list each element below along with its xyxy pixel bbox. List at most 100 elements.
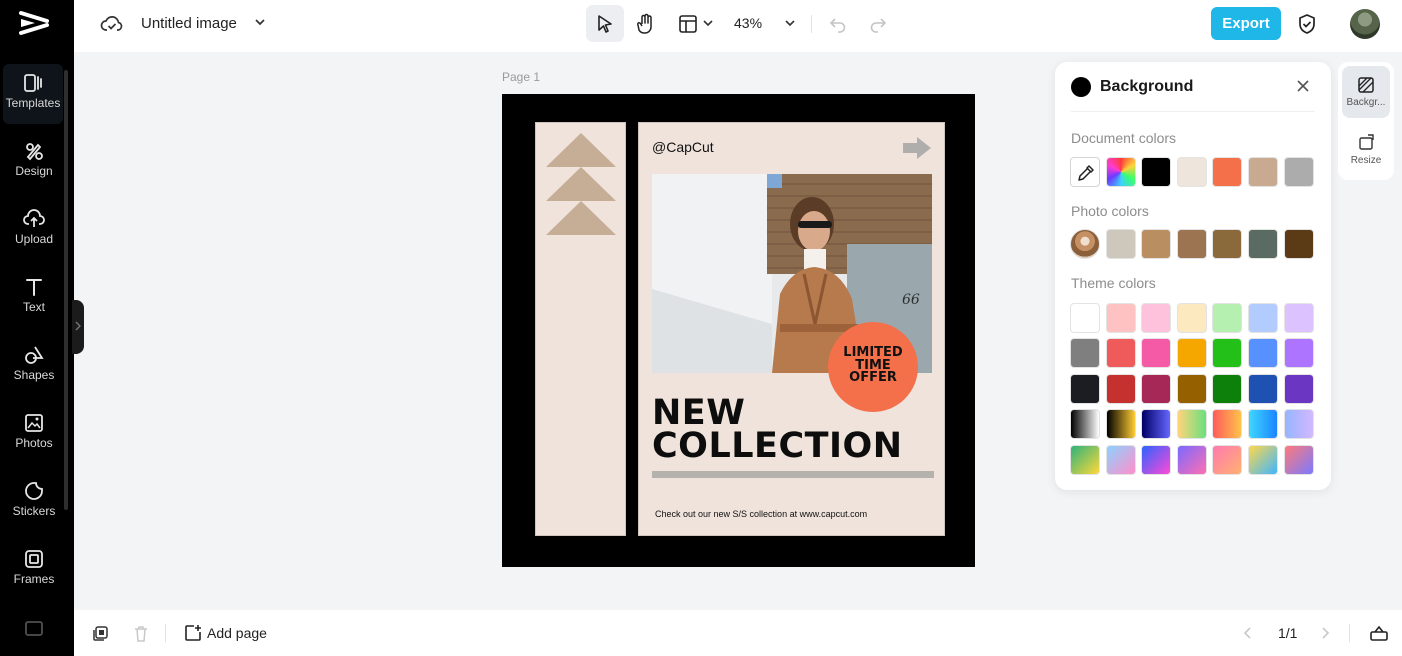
export-button[interactable]: Export (1211, 7, 1281, 40)
sidebar-item-photos[interactable]: Photos (0, 404, 68, 464)
sidebar-item-label: Stickers (12, 504, 56, 518)
eyedropper-button[interactable] (1070, 157, 1100, 187)
sidebar-scrollbar[interactable] (64, 70, 68, 510)
triangle-shape[interactable] (546, 167, 616, 201)
document-color-swatch[interactable] (1141, 157, 1171, 187)
limited-offer-badge[interactable]: LIMITED TIME OFFER (828, 322, 918, 412)
tagline-text[interactable]: Check out our new S/S collection at www.… (655, 509, 867, 519)
sidebar-collapse-handle[interactable] (72, 300, 84, 354)
add-page-icon (185, 625, 201, 641)
capcut-logo[interactable] (17, 9, 51, 37)
triangle-shape[interactable] (546, 201, 616, 235)
gradient-swatch[interactable] (1106, 445, 1136, 475)
theme-color-swatch[interactable] (1212, 303, 1242, 333)
gradient-swatch[interactable] (1177, 409, 1207, 439)
sidebar-item-design[interactable]: Design (0, 132, 68, 192)
background-panel: Background Document colors Photo colors … (1055, 62, 1331, 490)
gradient-swatch[interactable] (1141, 445, 1171, 475)
theme-color-swatch[interactable] (1284, 338, 1314, 368)
gradient-swatch[interactable] (1106, 409, 1136, 439)
sidebar-item-shapes[interactable]: Shapes (0, 336, 68, 396)
chevron-left-icon[interactable] (1242, 626, 1254, 640)
document-color-swatch[interactable] (1212, 157, 1242, 187)
sidebar-item-text[interactable]: Text (0, 268, 68, 328)
divider-bar[interactable] (652, 471, 934, 478)
gradient-swatch[interactable] (1070, 409, 1100, 439)
photo-color-swatch[interactable] (1212, 229, 1242, 259)
document-color-swatch[interactable] (1248, 157, 1278, 187)
theme-color-swatch[interactable] (1212, 338, 1242, 368)
theme-color-swatch[interactable] (1070, 338, 1100, 368)
theme-color-swatch[interactable] (1177, 303, 1207, 333)
arrow-right-icon[interactable] (901, 135, 933, 161)
gradient-swatch[interactable] (1070, 445, 1100, 475)
theme-color-swatch[interactable] (1284, 303, 1314, 333)
gradient-swatch[interactable] (1248, 409, 1278, 439)
gradient-swatch[interactable] (1177, 445, 1207, 475)
tab-background[interactable]: Backgr... (1342, 66, 1390, 118)
shield-icon[interactable] (1297, 13, 1317, 35)
theme-color-swatch[interactable] (1141, 374, 1171, 404)
theme-color-swatch[interactable] (1284, 374, 1314, 404)
document-color-swatch[interactable] (1284, 157, 1314, 187)
tab-resize[interactable]: Resize (1342, 124, 1390, 176)
theme-color-swatch[interactable] (1070, 303, 1100, 333)
chevron-down-icon[interactable] (702, 18, 714, 28)
document-color-swatch[interactable] (1177, 157, 1207, 187)
theme-color-swatch[interactable] (1141, 338, 1171, 368)
design-main-panel[interactable]: @CapCut 66 LIMITED TIME OFFER NEW COLLEC… (638, 122, 945, 536)
gradient-swatch[interactable] (1141, 409, 1171, 439)
document-title[interactable]: Untitled image (141, 15, 237, 32)
photo-thumbnail[interactable] (1070, 229, 1100, 259)
close-icon[interactable] (1296, 79, 1310, 93)
triangle-shape[interactable] (546, 133, 616, 167)
sidebar-item-more[interactable] (0, 608, 68, 656)
chevron-right-icon[interactable] (1319, 626, 1331, 640)
theme-color-swatch[interactable] (1248, 303, 1278, 333)
user-avatar[interactable] (1350, 9, 1380, 39)
sidebar-item-stickers[interactable]: Stickers (0, 472, 68, 532)
bottom-toolbar: Add page 1/1 (74, 610, 1402, 656)
layout-icon[interactable] (678, 14, 698, 34)
photo-color-swatch[interactable] (1141, 229, 1171, 259)
gradient-swatch[interactable] (1212, 445, 1242, 475)
zoom-level[interactable]: 43% (734, 15, 762, 31)
theme-color-swatch[interactable] (1248, 338, 1278, 368)
gradient-swatch[interactable] (1248, 445, 1278, 475)
redo-icon[interactable] (869, 15, 887, 33)
sidebar-item-frames[interactable]: Frames (0, 540, 68, 600)
photo-color-swatch[interactable] (1248, 229, 1278, 259)
headline-collection[interactable]: COLLECTION (652, 426, 903, 466)
photo-color-swatch[interactable] (1284, 229, 1314, 259)
select-tool-button[interactable] (586, 5, 624, 42)
theme-color-swatch[interactable] (1070, 374, 1100, 404)
undo-icon[interactable] (829, 15, 847, 33)
color-picker-swatch[interactable] (1106, 157, 1136, 187)
resize-icon (1359, 134, 1374, 150)
gradient-swatch[interactable] (1212, 409, 1242, 439)
layers-icon[interactable] (91, 625, 109, 643)
gradient-swatch[interactable] (1284, 409, 1314, 439)
cloud-sync-icon[interactable] (100, 13, 124, 35)
photo-color-swatch[interactable] (1177, 229, 1207, 259)
chevron-down-icon[interactable] (254, 17, 266, 27)
theme-color-swatch[interactable] (1106, 338, 1136, 368)
theme-color-swatch[interactable] (1141, 303, 1171, 333)
trash-icon[interactable] (132, 625, 150, 643)
hand-tool-icon[interactable] (636, 13, 656, 35)
present-icon[interactable] (1369, 624, 1389, 642)
brand-handle-text[interactable]: @CapCut (652, 139, 714, 155)
theme-color-swatch[interactable] (1106, 374, 1136, 404)
chevron-down-icon[interactable] (784, 18, 796, 28)
sidebar-item-upload[interactable]: Upload (0, 200, 68, 260)
design-side-panel[interactable] (535, 122, 626, 536)
sidebar-item-templates[interactable]: Templates (3, 64, 63, 124)
theme-color-swatch[interactable] (1106, 303, 1136, 333)
photo-color-swatch[interactable] (1106, 229, 1136, 259)
theme-color-swatch[interactable] (1212, 374, 1242, 404)
theme-color-swatch[interactable] (1248, 374, 1278, 404)
theme-color-swatch[interactable] (1177, 374, 1207, 404)
gradient-swatch[interactable] (1284, 445, 1314, 475)
theme-color-swatch[interactable] (1177, 338, 1207, 368)
design-canvas[interactable]: @CapCut 66 LIMITED TIME OFFER NEW COLLEC… (502, 94, 975, 567)
